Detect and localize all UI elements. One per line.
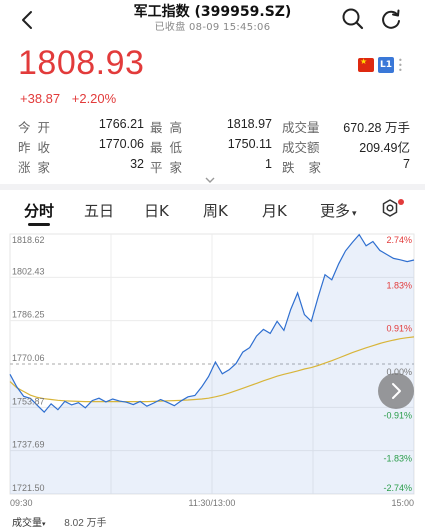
y-pct-label: 0.91% — [386, 324, 412, 334]
volume-label: 成交量▾ — [12, 518, 46, 527]
stat-value: 7 — [403, 157, 410, 171]
x-tick-label: 11:30/13:00 — [189, 498, 236, 508]
header: 军工指数 (399959.SZ) 已收盘 08-09 15:45:06 — [0, 0, 425, 40]
page-title: 军工指数 (399959.SZ) — [133, 4, 292, 20]
y-tick-label: 1818.62 — [12, 235, 45, 245]
refresh-icon — [382, 9, 400, 29]
stat-label: 成交量 — [282, 121, 320, 135]
x-axis: 09:30 11:30/13:00 15:00 — [10, 498, 414, 508]
stat-label: 涨家 — [18, 161, 58, 175]
chevron-right-icon — [392, 383, 401, 399]
y-tick-label: 1737.69 — [12, 440, 45, 450]
stats-grid: 今开 1766.21 最高 1818.97 成交量 670.28 万手 昨收 1… — [18, 117, 410, 177]
refresh-button[interactable] — [378, 6, 404, 32]
stat-value: 1770.06 — [98, 137, 144, 151]
tab-more-label: 更多 — [320, 202, 351, 220]
y-tick-label: 1753.87 — [12, 396, 45, 406]
chart-settings-button[interactable] — [380, 198, 400, 218]
status-label: 已收盘 — [154, 22, 186, 33]
next-chart-button[interactable] — [378, 373, 414, 409]
change-amount: +38.87 — [20, 91, 61, 106]
tab-five-day[interactable]: 五日 — [84, 200, 114, 221]
stat-label: 最低 — [150, 141, 190, 155]
x-tick-label: 09:30 — [10, 498, 33, 508]
y-pct-label: -2.74% — [383, 483, 412, 493]
back-button[interactable] — [14, 6, 42, 34]
settings-icon — [382, 199, 398, 217]
stat-label: 昨收 — [18, 141, 58, 155]
section-divider — [0, 184, 425, 190]
tab-more[interactable]: 更多 ▾ — [320, 200, 357, 221]
more-dots-icon[interactable]: • • • — [398, 57, 404, 75]
stat-value: 1750.11 — [227, 137, 272, 151]
y-tick-label: 1802.43 — [12, 266, 45, 276]
y-pct-label: 1.83% — [386, 280, 412, 290]
stat-value: 1818.97 — [226, 117, 272, 131]
stat-label: 平家 — [150, 161, 190, 175]
stat-value: 1 — [265, 157, 272, 171]
caret-down-icon: ▾ — [352, 209, 357, 219]
x-tick-label: 15:00 — [391, 498, 414, 508]
y-tick-label: 1721.50 — [12, 483, 45, 493]
stat-value: 1766.21 — [98, 117, 144, 131]
search-button[interactable] — [340, 6, 366, 32]
stat-row: 昨收 1770.06 最低 1750.11 成交额 209.49亿 — [18, 137, 410, 157]
title-block: 军工指数 (399959.SZ) 已收盘 08-09 15:45:06 — [80, 3, 345, 35]
chevron-left-icon — [22, 11, 32, 29]
tab-daily-k[interactable]: 日K — [144, 200, 169, 221]
stat-label: 跌家 — [282, 161, 336, 175]
level-badge[interactable]: L1 — [378, 57, 394, 73]
tab-monthly-k[interactable]: 月K — [262, 200, 287, 221]
y-tick-label: 1786.25 — [12, 310, 45, 320]
search-icon — [342, 8, 364, 30]
change-percent: +2.20% — [71, 91, 117, 106]
volume-row[interactable]: 成交量▾ 8.02 万手 — [12, 514, 107, 527]
price-change: +38.87 +2.20% — [20, 91, 124, 106]
y-pct-label: 2.74% — [386, 235, 412, 245]
stat-label: 最高 — [150, 121, 190, 135]
stat-value: 209.49亿 — [359, 141, 410, 155]
stat-value: 670.28 万手 — [343, 121, 410, 135]
status-datetime: 08-09 15:45:06 — [189, 22, 271, 33]
y-pct-label: -0.91% — [383, 410, 412, 420]
tab-intraday[interactable]: 分时 — [24, 200, 54, 221]
stat-label: 今开 — [18, 121, 58, 135]
y-pct-label: -1.83% — [383, 454, 412, 464]
china-flag-icon: ★ — [358, 57, 374, 72]
volume-value: 8.02 万手 — [64, 518, 107, 527]
tab-weekly-k[interactable]: 周K — [203, 200, 228, 221]
expand-stats-button[interactable] — [204, 170, 216, 183]
stat-row: 今开 1766.21 最高 1818.97 成交量 670.28 万手 — [18, 117, 410, 137]
stat-label: 成交额 — [282, 141, 320, 155]
active-tab-indicator — [28, 223, 50, 226]
stat-value: 32 — [130, 157, 144, 171]
notification-dot — [398, 199, 404, 205]
intraday-chart[interactable]: 1818.62 1802.43 1786.25 1770.06 1753.87 1737.… — [0, 228, 425, 527]
current-price: 1808.93 — [18, 44, 145, 82]
y-tick-label: 1770.06 — [12, 353, 45, 363]
chart-tabs: 分时 五日 日K 周K 月K 更多 ▾ — [0, 192, 425, 228]
market-status: 已收盘 08-09 15:45:06 — [80, 21, 345, 35]
